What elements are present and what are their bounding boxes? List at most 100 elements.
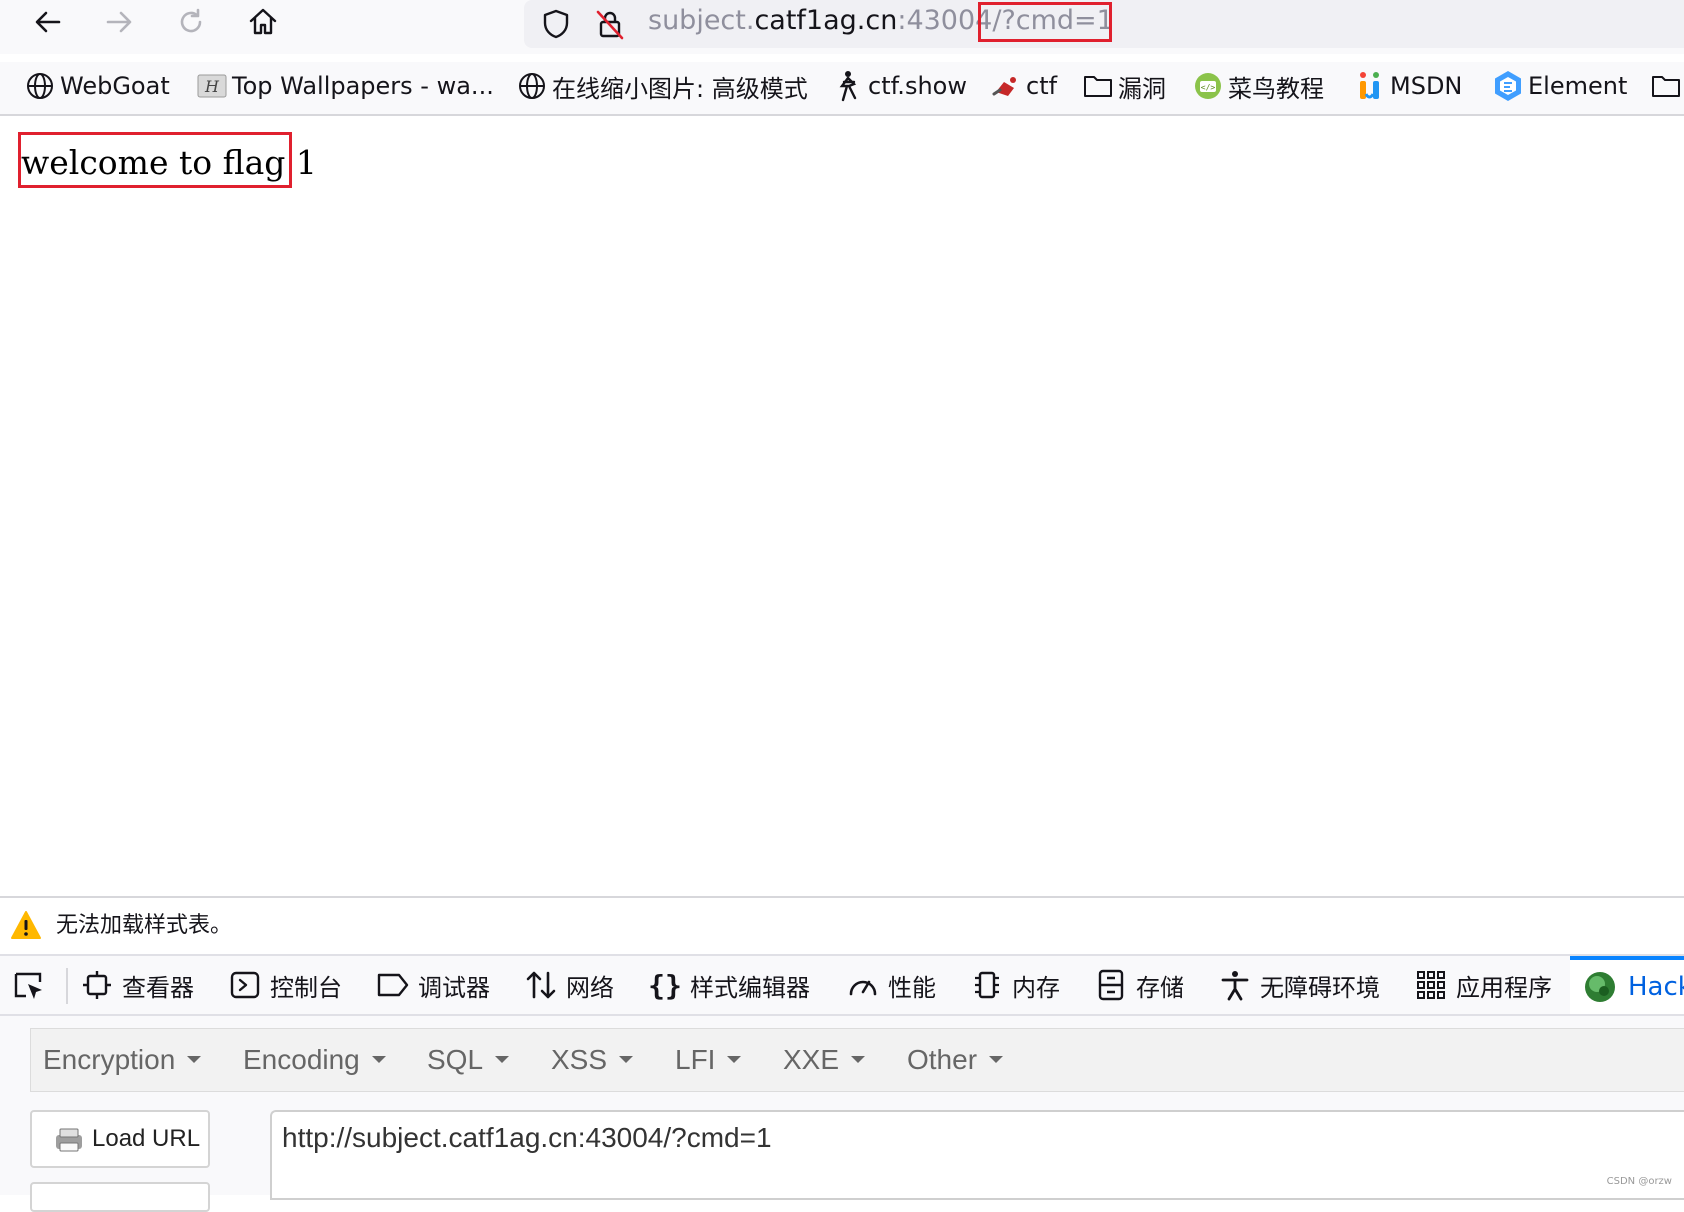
tab-label: 查看器 (122, 973, 194, 1002)
ctfshow-icon (832, 70, 864, 102)
style-editor-icon: {} (648, 968, 682, 1002)
reload-button[interactable] (171, 2, 211, 42)
bookmark-label: MSDN (1390, 72, 1463, 100)
bookmark-element[interactable]: Element (1492, 68, 1627, 104)
caret-down-icon (851, 1056, 866, 1064)
application-icon (1414, 968, 1448, 1002)
reload-icon (180, 8, 202, 33)
menu-label: SQL (427, 1044, 484, 1075)
hackbar-menu-bar: Encryption Encoding SQL XSS LFI XXE Othe… (30, 1028, 1684, 1092)
menu-xss[interactable]: XSS (551, 1029, 634, 1091)
bookmark-label: ctf.show (868, 72, 967, 100)
menu-other[interactable]: Other (907, 1029, 1004, 1091)
tab-inspector[interactable]: 查看器 (80, 956, 194, 1014)
menu-label: XXE (783, 1044, 840, 1075)
bookmark-folder-vulns[interactable]: 漏洞 (1082, 68, 1166, 104)
welcome-highlight-box: welcome to flag 1 (18, 132, 317, 188)
arrow-left-icon (35, 11, 61, 33)
tab-label: 性能 (888, 973, 936, 1002)
warning-icon (11, 911, 41, 939)
menu-lfi[interactable]: LFI (675, 1029, 742, 1091)
menu-encoding[interactable]: Encoding (243, 1029, 386, 1091)
menu-sql[interactable]: SQL (427, 1029, 510, 1091)
menu-label: Other (907, 1044, 978, 1075)
tab-application[interactable]: 应用程序 (1414, 956, 1552, 1014)
globe-icon (24, 70, 56, 102)
bookmark-top-wallpapers[interactable]: H Top Wallpapers - wa... (196, 68, 494, 104)
console-icon (228, 968, 262, 1002)
caret-down-icon (989, 1056, 1004, 1064)
hackbar-url-input[interactable]: http://subject.catf1ag.cn:43004/?cmd=1 (270, 1110, 1684, 1200)
home-button[interactable] (243, 2, 283, 42)
load-url-button[interactable]: Load URL (30, 1110, 210, 1168)
caret-down-icon (727, 1056, 742, 1064)
menu-label: Encryption (43, 1044, 176, 1075)
bookmark-label: WebGoat (60, 72, 170, 100)
bookmark-label: 漏洞 (1118, 74, 1166, 103)
bookmark-image-resizer[interactable]: 在线缩小图片: 高级模式 (516, 68, 808, 104)
accessibility-icon (1218, 968, 1252, 1002)
forward-button[interactable] (99, 2, 139, 42)
tab-memory[interactable]: 内存 (970, 956, 1060, 1014)
tab-style-editor[interactable]: {} 样式编辑器 (648, 956, 810, 1014)
caret-down-icon (495, 1056, 510, 1064)
folder-icon (1082, 70, 1114, 102)
tracking-protection-button[interactable] (536, 4, 576, 44)
load-url-label: Load URL (92, 1125, 201, 1152)
bookmark-label: Top Wallpapers - wa... (232, 72, 494, 100)
arrow-right-icon (106, 11, 132, 33)
debugger-icon (376, 968, 410, 1002)
tab-console[interactable]: 控制台 (228, 956, 342, 1014)
tab-accessibility[interactable]: 无障碍环境 (1218, 956, 1380, 1014)
bookmark-runoob[interactable]: </> 菜鸟教程 (1192, 68, 1324, 104)
tab-separator (66, 968, 68, 1004)
menu-xxe[interactable]: XXE (783, 1029, 866, 1091)
split-url-button[interactable] (30, 1182, 210, 1212)
msdn-icon (1354, 70, 1386, 102)
devtools-panel: 无法加载样式表。 查看器 控制台 调试器 网络 {} 样式编辑器 性能 内存 存… (0, 896, 1684, 1212)
tab-label: 调试器 (418, 973, 490, 1002)
site-security-button[interactable] (590, 4, 630, 44)
globe-icon (516, 70, 548, 102)
bookmark-label: 菜鸟教程 (1228, 74, 1324, 103)
bookmark-msdn[interactable]: MSDN (1354, 68, 1462, 104)
bookmark-ctf[interactable]: ctf (990, 68, 1057, 104)
tab-label: 内存 (1012, 973, 1060, 1002)
watermark: CSDN @orzw (1606, 1176, 1672, 1187)
shield-icon (543, 9, 569, 39)
url-query-highlight-box (978, 2, 1112, 42)
tab-debugger[interactable]: 调试器 (376, 956, 490, 1014)
tab-storage[interactable]: 存储 (1094, 956, 1184, 1014)
bookmark-label: 在线缩小图片: 高级模式 (552, 74, 808, 103)
memory-icon (970, 968, 1004, 1002)
bookmark-ctfshow[interactable]: ctf.show (832, 68, 967, 104)
warning-message: 无法加载样式表。 (56, 913, 233, 938)
bookmark-folder-overflow[interactable] (1650, 68, 1684, 104)
bookmark-label: Element (1528, 72, 1628, 100)
tab-hackbar[interactable]: Hack (1570, 956, 1684, 1014)
url-subdomain: subject. (648, 5, 755, 36)
caret-down-icon (187, 1056, 202, 1064)
tab-label: 样式编辑器 (690, 973, 810, 1002)
menu-encryption[interactable]: Encryption (43, 1029, 202, 1091)
element-icon (1492, 70, 1524, 102)
tab-label: 存储 (1136, 973, 1184, 1002)
back-button[interactable] (28, 2, 68, 42)
bookmark-label: ctf (1026, 72, 1058, 100)
storage-icon (1094, 968, 1128, 1002)
network-icon (524, 968, 558, 1002)
bookmark-webgoat[interactable]: WebGoat (24, 68, 170, 104)
element-picker-icon[interactable] (12, 968, 48, 1004)
tab-label: Hack (1628, 972, 1684, 1002)
tab-network[interactable]: 网络 (524, 956, 614, 1014)
menu-label: XSS (551, 1044, 608, 1075)
tab-performance[interactable]: 性能 (846, 956, 936, 1014)
home-icon (249, 8, 277, 35)
menu-label: Encoding (243, 1044, 360, 1075)
runoob-icon: </> (1192, 70, 1224, 102)
tab-label: 应用程序 (1456, 973, 1552, 1002)
menu-label: LFI (675, 1044, 716, 1075)
address-bar[interactable]: subject.catf1ag.cn:43004/?cmd=1 (524, 0, 1684, 48)
caret-down-icon (619, 1056, 634, 1064)
wallpaper-site-icon: H (196, 70, 228, 102)
